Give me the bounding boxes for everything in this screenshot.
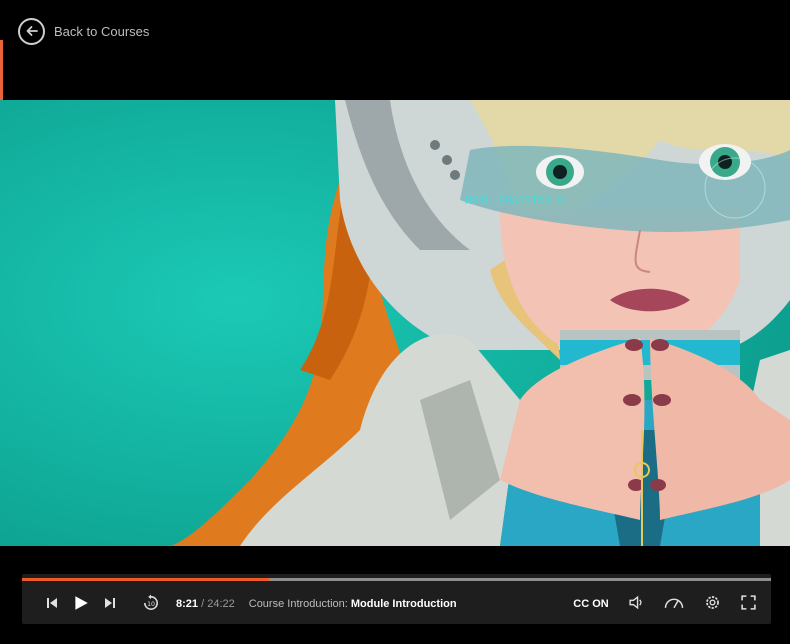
play-icon bbox=[72, 594, 90, 615]
play-button[interactable] bbox=[70, 593, 92, 615]
rewind-button[interactable]: 10 bbox=[140, 593, 162, 615]
previous-button[interactable] bbox=[42, 594, 62, 614]
course-prefix: Course Introduction: bbox=[248, 598, 348, 610]
speedometer-icon bbox=[663, 594, 685, 614]
skip-previous-icon bbox=[44, 595, 60, 614]
progress-fill bbox=[22, 578, 270, 581]
time-separator: / bbox=[201, 598, 205, 610]
module-title: Module Introduction bbox=[350, 598, 457, 610]
time-display: 8:21 / 24:22 bbox=[176, 598, 235, 610]
fullscreen-button[interactable] bbox=[737, 593, 759, 615]
video-artwork: NSAL PHASSING D bbox=[0, 100, 790, 546]
settings-button[interactable] bbox=[701, 593, 723, 615]
gear-icon bbox=[704, 594, 721, 614]
skip-next-icon bbox=[102, 595, 118, 614]
player-controls: 10 8:21 / 24:22 Course Introduction: Mod… bbox=[22, 574, 771, 624]
svg-text:10: 10 bbox=[147, 600, 155, 607]
rewind-10-icon: 10 bbox=[142, 594, 160, 615]
accent-edge bbox=[0, 40, 3, 100]
arrow-left-circle-icon bbox=[18, 17, 45, 45]
current-time: 8:21 bbox=[176, 598, 199, 610]
visor-hud-text: NSAL PHASSING D bbox=[465, 194, 564, 207]
playback-speed-button[interactable] bbox=[661, 593, 687, 615]
back-label: Back to Courses bbox=[54, 23, 150, 39]
clip-title: Course Introduction: Module Introduction bbox=[249, 598, 457, 610]
control-bar: 10 8:21 / 24:22 Course Introduction: Mod… bbox=[22, 590, 771, 618]
player-window: Back to Courses NSAL PHASSING D 10 8:21 … bbox=[0, 0, 790, 644]
volume-icon bbox=[628, 594, 645, 614]
captions-toggle[interactable]: CC ON bbox=[569, 593, 613, 615]
volume-button[interactable] bbox=[625, 593, 647, 615]
next-button[interactable] bbox=[100, 594, 120, 614]
back-to-courses-link[interactable]: Back to Courses bbox=[18, 17, 149, 45]
fullscreen-icon bbox=[740, 594, 757, 614]
video-frame[interactable]: NSAL PHASSING D bbox=[0, 100, 790, 546]
duration: 24:22 bbox=[207, 598, 235, 610]
progress-bar[interactable] bbox=[22, 578, 771, 581]
